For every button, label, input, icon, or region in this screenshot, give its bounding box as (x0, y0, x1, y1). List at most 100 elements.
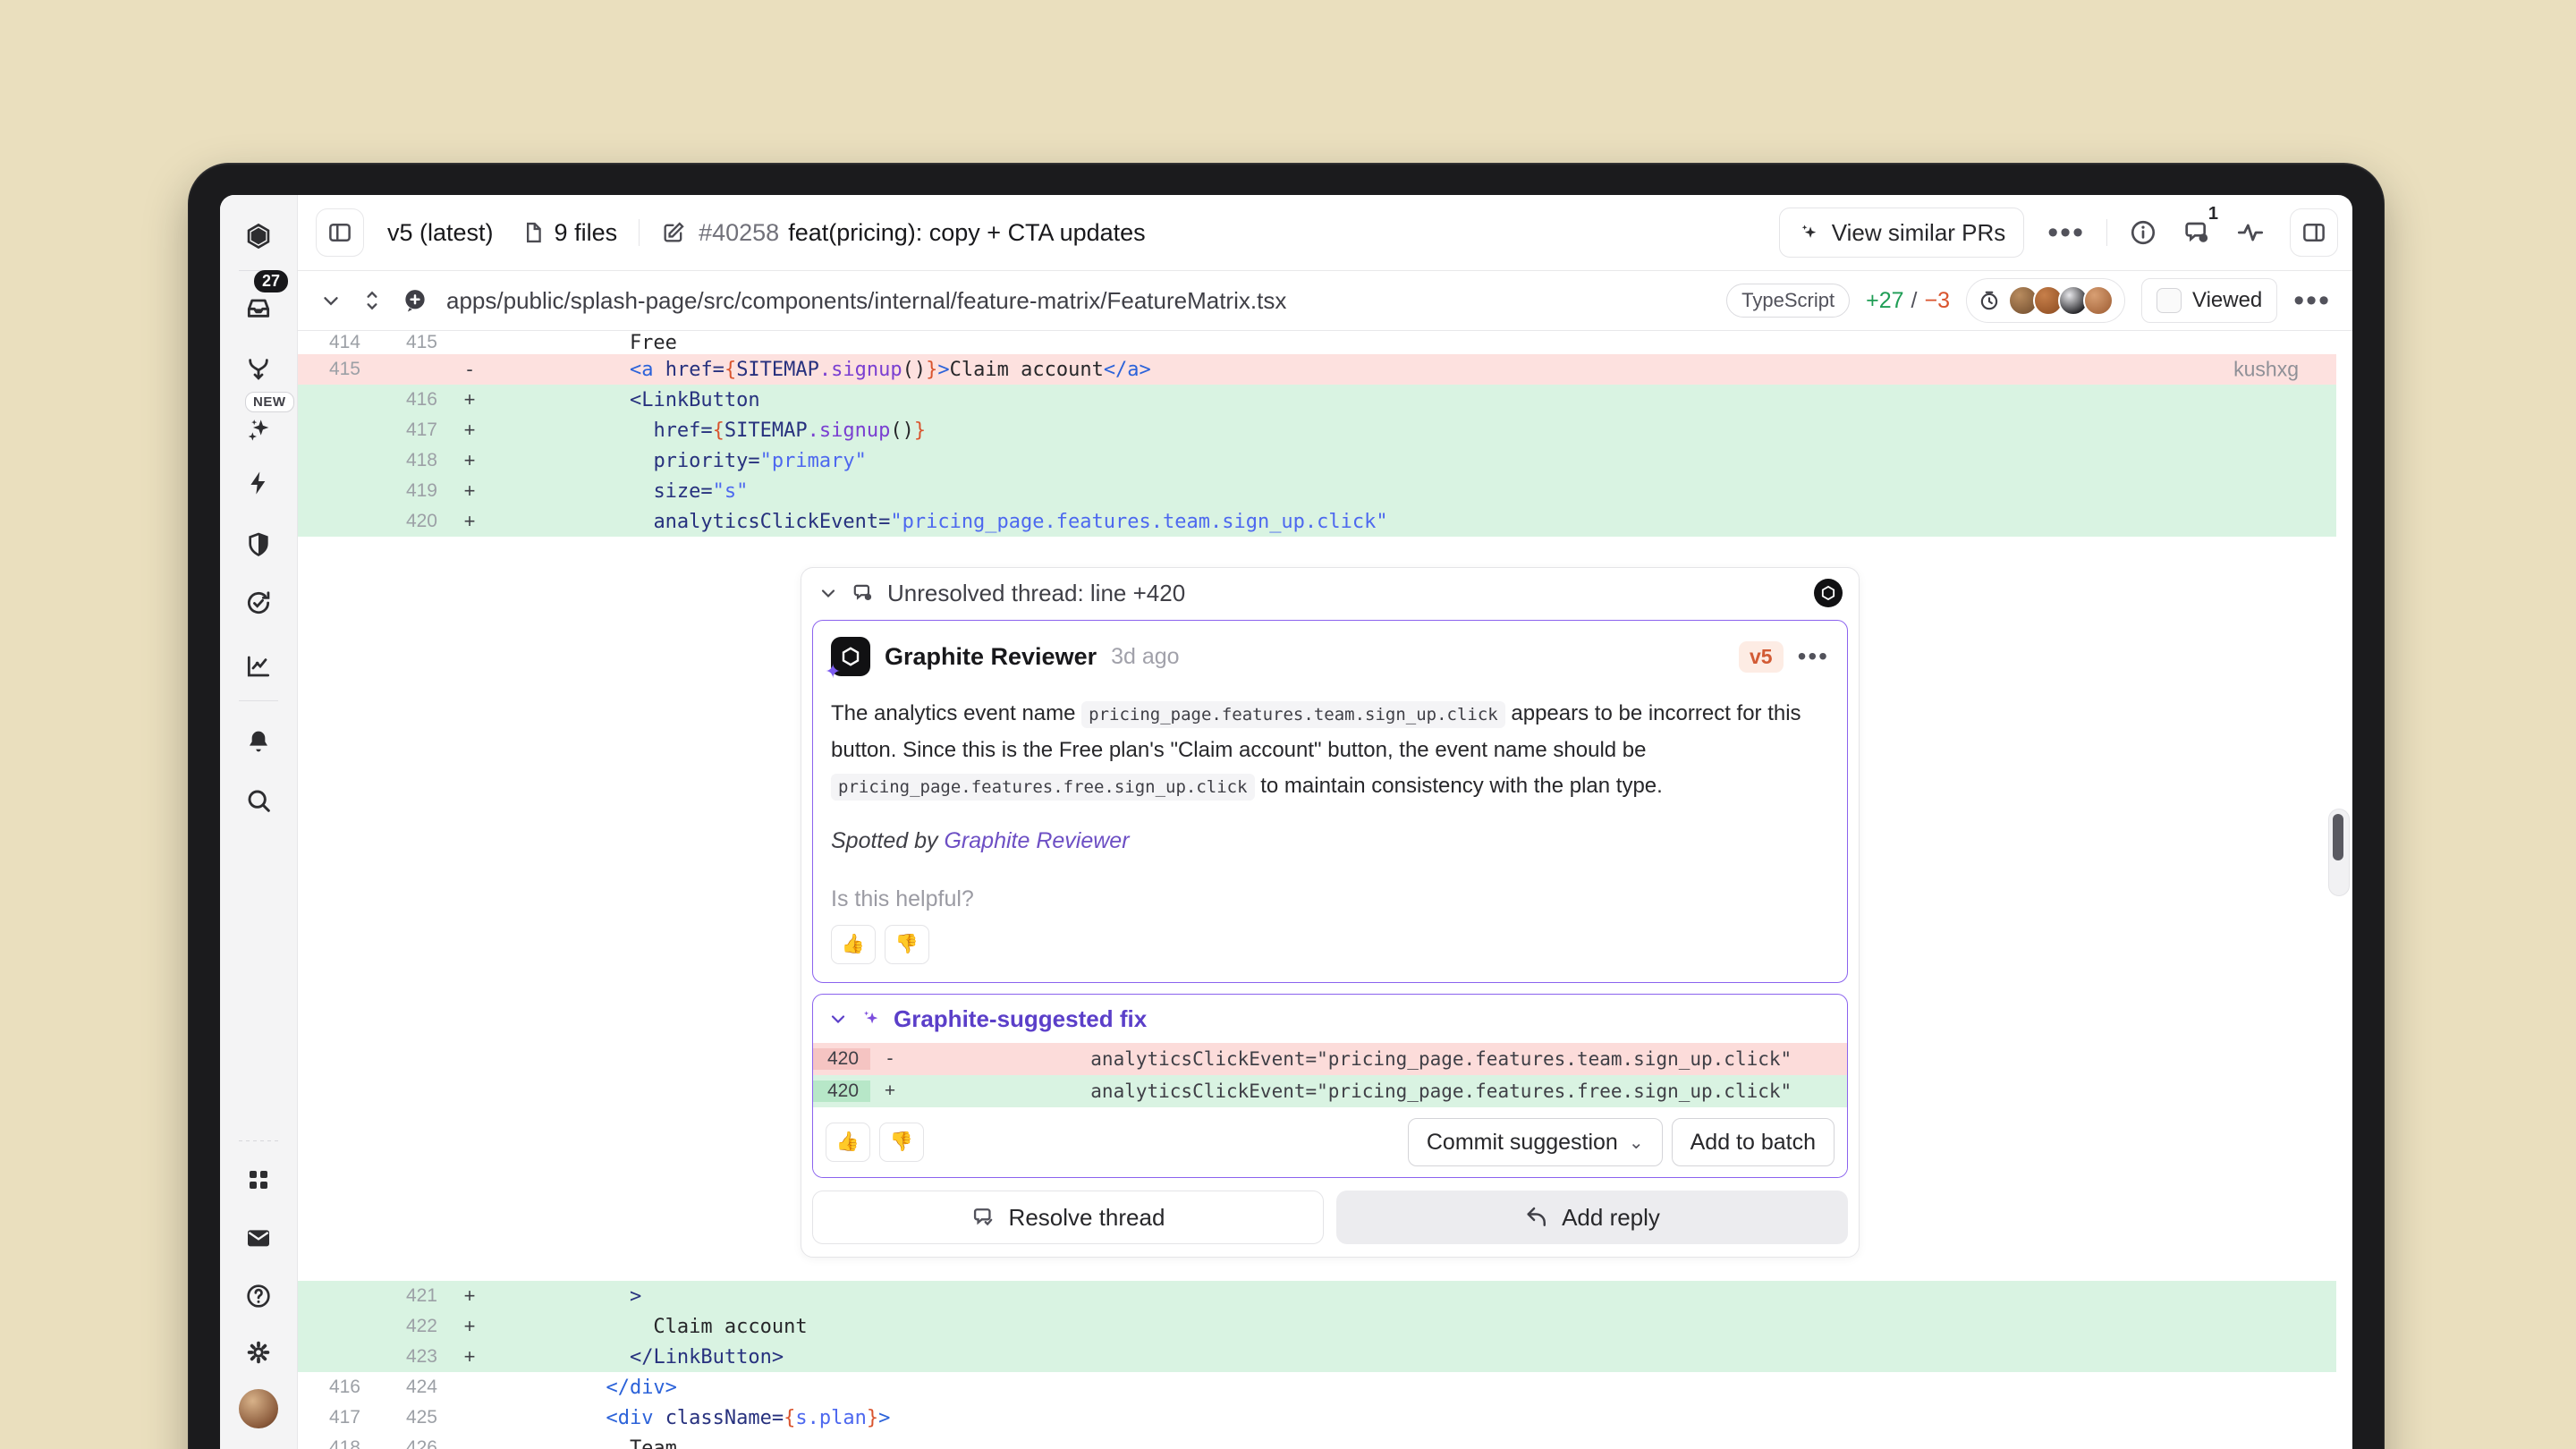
comments-icon[interactable]: 1 (2182, 218, 2211, 247)
topbar-overflow-menu[interactable]: ••• (2047, 217, 2085, 248)
notifications-bell-icon[interactable] (239, 722, 278, 761)
line-author: kushxg (2233, 358, 2299, 382)
edit-title-icon[interactable] (661, 220, 686, 245)
activity-pulse-icon[interactable] (2236, 218, 2265, 247)
toggle-right-panel-button[interactable] (2290, 208, 2338, 257)
add-file-comment-icon[interactable] (402, 287, 428, 314)
files-count[interactable]: 9 files (555, 219, 618, 247)
scrollbar-track[interactable] (2328, 809, 2350, 896)
version-selector[interactable]: v5 (latest) (387, 219, 494, 247)
sparkle-icon: ✦ (825, 660, 841, 683)
suggested-fix-footer: 👍 👎 Commit suggestion ⌄ Add to batch (813, 1107, 1847, 1177)
resolve-thread-label: Resolve thread (1009, 1204, 1165, 1232)
review-clock-icon (1978, 289, 2001, 312)
help-icon[interactable] (239, 1276, 278, 1316)
inline-thread-zone: Unresolved thread: line +420 (298, 537, 2352, 1281)
expand-context-icon[interactable] (360, 289, 384, 312)
diff-hunk-top: 414415 Free415- <a href={SITEMAP.signup(… (298, 331, 2352, 537)
security-shield-icon[interactable] (239, 525, 278, 564)
sidebar: 27 NEW (220, 195, 298, 1449)
info-icon[interactable] (2129, 218, 2157, 247)
add-to-batch-button[interactable]: Add to batch (1672, 1118, 1835, 1166)
viewed-checkbox[interactable] (2157, 288, 2182, 313)
sidebar-divider-dashed (239, 1140, 278, 1141)
sparkles-icon (860, 1007, 883, 1030)
insights-chart-icon[interactable] (239, 647, 278, 686)
thread-header[interactable]: Unresolved thread: line +420 (801, 568, 1859, 618)
checks-sync-icon[interactable] (239, 583, 278, 623)
commit-suggestion-label: Commit suggestion (1427, 1130, 1618, 1156)
user-avatar[interactable] (239, 1389, 278, 1428)
resolve-thread-button[interactable]: Resolve thread (812, 1191, 1324, 1244)
version-badge: v5 (1739, 641, 1784, 673)
diff-row[interactable]: 415- <a href={SITEMAP.signup()}>Claim ac… (298, 354, 2336, 385)
fix-thumbs-up-button[interactable]: 👍 (826, 1123, 870, 1162)
search-icon[interactable] (239, 781, 278, 820)
diff-row[interactable]: 417+ href={SITEMAP.signup()} (298, 415, 2336, 445)
view-similar-prs-label: View similar PRs (1832, 219, 2006, 247)
chevron-down-icon[interactable] (827, 1008, 849, 1030)
mail-icon[interactable] (239, 1218, 278, 1258)
graphite-reviewer-avatar: ✦ (831, 637, 870, 676)
additions-count: +27 (1866, 288, 1903, 314)
diff-row[interactable]: 422+ Claim account (298, 1311, 2336, 1342)
reviewers-avatar-group[interactable] (1966, 278, 2125, 323)
scrollbar-thumb[interactable] (2333, 814, 2343, 860)
diff-row[interactable]: 421+ > (298, 1281, 2336, 1311)
suggested-fix-card: Graphite-suggested fix 420- analyticsCli… (812, 994, 1848, 1178)
thumbs-down-button[interactable]: 👎 (885, 925, 929, 964)
thread-comments-icon (852, 581, 875, 605)
add-reply-button[interactable]: Add reply (1336, 1191, 1848, 1244)
comments-count-badge: 1 (2208, 204, 2218, 225)
diff-row[interactable]: 419+ size="s" (298, 476, 2336, 506)
desktop-background: 27 NEW (0, 0, 2576, 1449)
diff-row[interactable]: 414415 Free (298, 331, 2336, 354)
apps-grid-icon[interactable] (239, 1160, 278, 1199)
suggested-fix-header[interactable]: Graphite-suggested fix (813, 995, 1847, 1043)
diff-row[interactable]: 423+ </LinkButton> (298, 1342, 2336, 1372)
thread-actions: Resolve thread Add reply (812, 1191, 1848, 1244)
graphite-reviewer-link[interactable]: Graphite Reviewer (944, 828, 1129, 853)
comment-timestamp: 3d ago (1111, 644, 1179, 670)
comment-overflow-menu[interactable]: ••• (1798, 644, 1829, 669)
comment-body: The analytics event name pricing_page.fe… (831, 696, 1829, 805)
inline-code: pricing_page.features.free.sign_up.click (831, 774, 1255, 801)
view-similar-prs-button[interactable]: View similar PRs (1779, 208, 2025, 258)
tablet-frame: 27 NEW (188, 163, 2385, 1449)
settings-gear-icon[interactable] (239, 1333, 278, 1372)
thumbs-up-button[interactable]: 👍 (831, 925, 876, 964)
pr-title: feat(pricing): copy + CTA updates (788, 219, 1145, 247)
thread-card: Unresolved thread: line +420 (801, 567, 1860, 1258)
feedback-buttons: 👍 👎 (831, 925, 1829, 964)
chevron-down-icon[interactable] (818, 582, 839, 604)
diff-row[interactable]: 417425 <div className={s.plan}> (298, 1402, 2336, 1433)
file-overflow-menu[interactable]: ••• (2293, 285, 2331, 316)
diff-row[interactable]: 416424 </div> (298, 1372, 2336, 1402)
ai-assistant-sparkles-icon[interactable] (239, 410, 278, 449)
topbar: v5 (latest) 9 files #40258 feat(pricing)… (298, 195, 2352, 271)
inbox-icon[interactable] (239, 288, 278, 327)
file-path[interactable]: apps/public/splash-page/src/components/i… (446, 287, 1286, 315)
diff-row[interactable]: 416+ <LinkButton (298, 385, 2336, 415)
review-comment-card: ✦ Graphite Reviewer 3d ago v5 ••• The an… (812, 620, 1848, 983)
graphite-logo-icon[interactable] (239, 216, 278, 256)
chevron-down-icon: ⌄ (1629, 1131, 1644, 1154)
diff-row[interactable]: 420+ analyticsClickEvent="pricing_page.f… (298, 506, 2336, 537)
main-panel: v5 (latest) 9 files #40258 feat(pricing)… (298, 195, 2352, 1449)
diff-view: 414415 Free415- <a href={SITEMAP.signup(… (298, 331, 2352, 1449)
diff-row[interactable]: 418426 Team (298, 1433, 2336, 1449)
automations-lightning-icon[interactable] (239, 463, 278, 503)
toggle-left-panel-button[interactable] (316, 208, 364, 257)
spotted-by-line: Spotted by Graphite Reviewer (831, 828, 1829, 854)
merge-queue-icon[interactable] (239, 349, 278, 388)
thread-title: Unresolved thread: line +420 (887, 580, 1185, 607)
commit-suggestion-button[interactable]: Commit suggestion ⌄ (1408, 1118, 1663, 1166)
fix-thumbs-down-button[interactable]: 👎 (879, 1123, 924, 1162)
diff-hunk-bottom: 421+ >422+ Claim account423+ </LinkButto… (298, 1281, 2352, 1449)
diff-row[interactable]: 418+ priority="primary" (298, 445, 2336, 476)
file-header: apps/public/splash-page/src/components/i… (298, 271, 2352, 331)
resolve-comment-icon (971, 1205, 996, 1230)
files-icon (521, 220, 546, 245)
viewed-toggle[interactable]: Viewed (2141, 278, 2277, 323)
collapse-file-chevron-icon[interactable] (319, 289, 343, 312)
